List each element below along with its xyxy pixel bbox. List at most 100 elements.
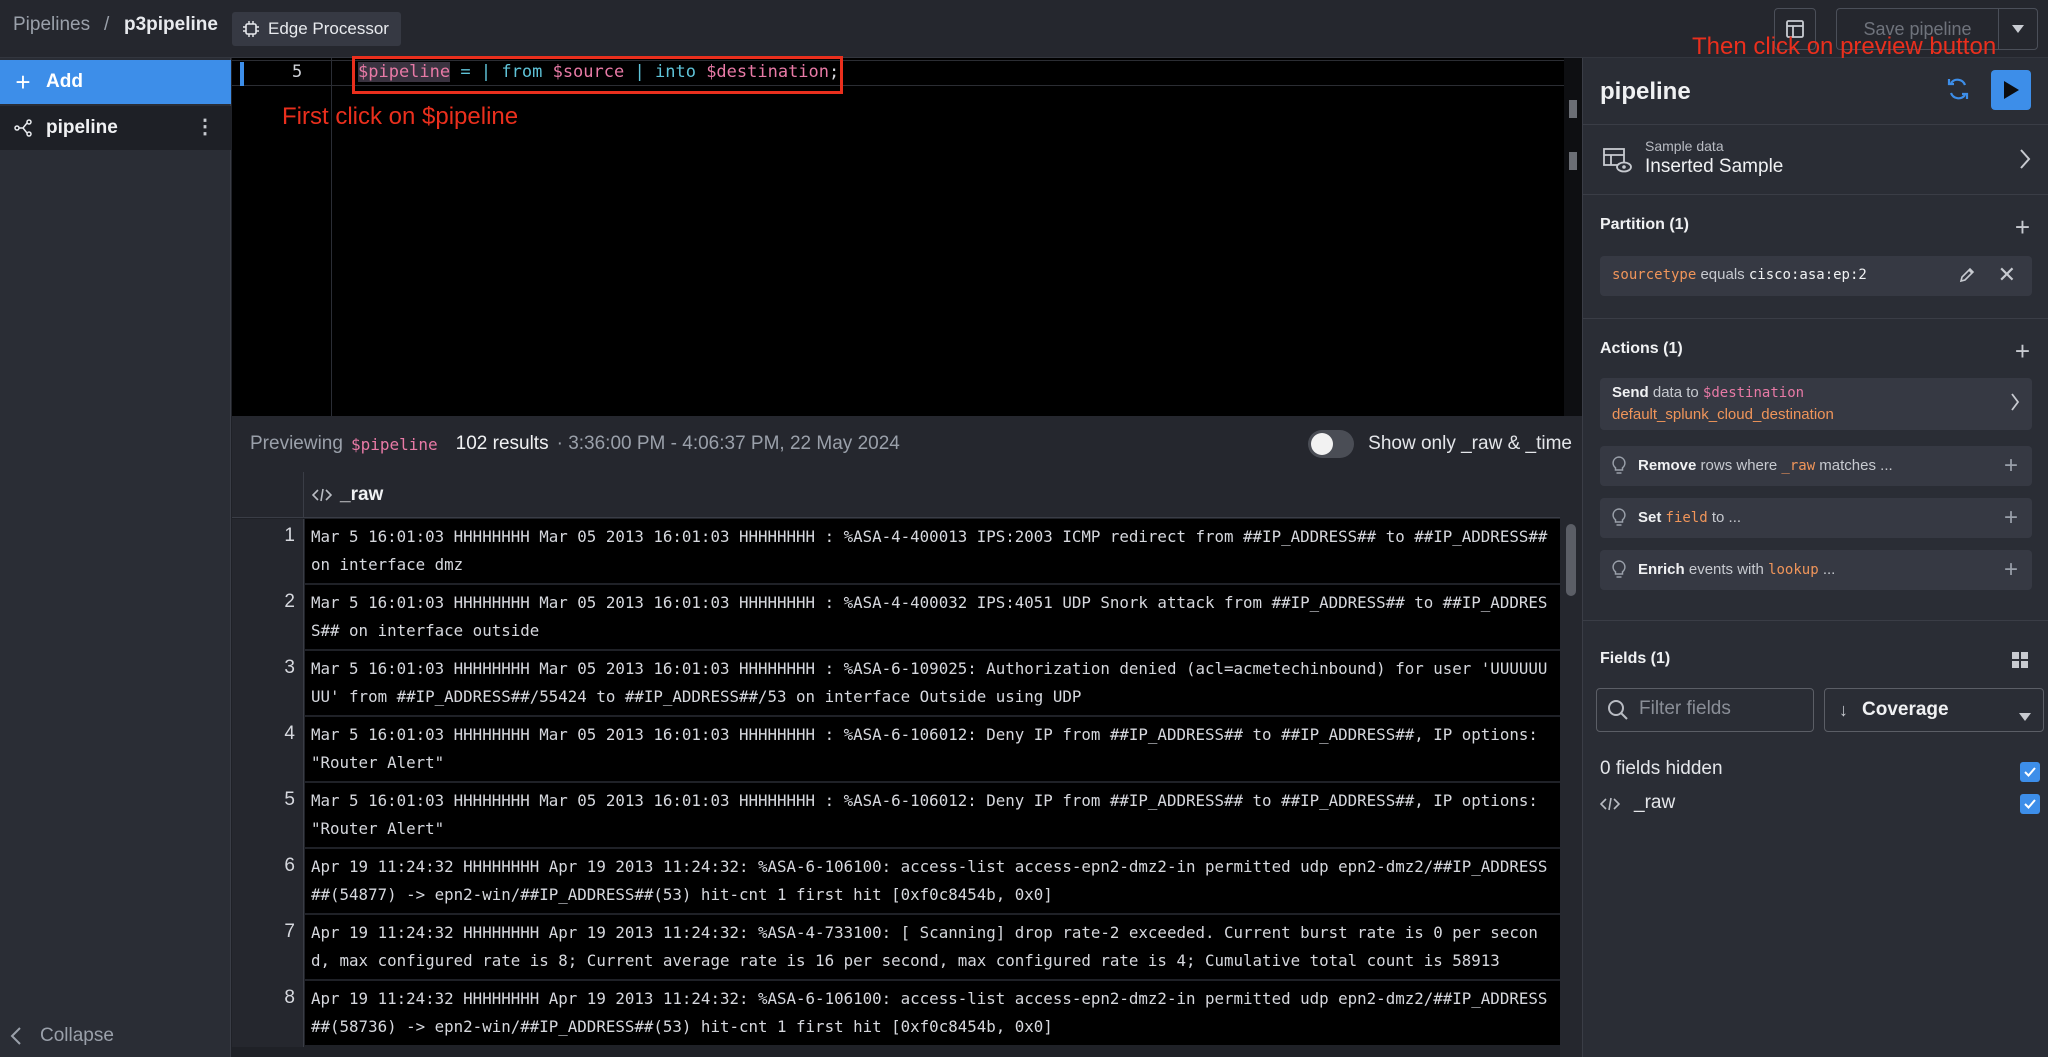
suggestion-bold: Set (1638, 509, 1662, 526)
raw-cell[interactable]: Apr 19 11:24:32 HHHHHHHH Apr 19 2013 11:… (305, 981, 1560, 1045)
raw-cell[interactable]: Mar 5 16:01:03 HHHHHHHH Mar 05 2013 16:0… (305, 783, 1560, 847)
scroll-marker (1569, 100, 1577, 118)
scroll-marker (1569, 152, 1577, 170)
row-number: 3 (232, 651, 304, 717)
collapse-button[interactable]: Collapse (10, 1025, 114, 1047)
suggestion-post: ... (1822, 561, 1836, 578)
sample-data-row[interactable]: Sample data Inserted Sample (1583, 126, 2048, 194)
save-options-dropdown[interactable] (1998, 8, 2038, 50)
table-row[interactable]: 5 Mar 5 16:01:03 HHHHHHHH Mar 05 2013 16:… (232, 783, 1560, 849)
time-range: · 3:36:00 PM - 4:06:37 PM, 22 May 2024 (556, 433, 900, 454)
add-partition-icon[interactable]: + (2015, 214, 2030, 240)
select-all-checkbox[interactable] (2020, 762, 2040, 782)
table-row[interactable]: 4 Mar 5 16:01:03 HHHHHHHH Mar 05 2013 16:… (232, 717, 1560, 783)
row-number: 5 (232, 783, 304, 849)
filter-fields-input[interactable] (1639, 698, 1809, 720)
breadcrumb-separator: / (104, 14, 110, 35)
search-icon (1607, 699, 1629, 726)
field-item-raw[interactable]: _raw (1600, 790, 2040, 818)
pipeline-icon (0, 119, 46, 137)
suggestion-remove[interactable]: Remove rows where _raw matches ... + (1600, 446, 2032, 486)
collapse-label: Collapse (40, 1025, 114, 1046)
left-sidebar: + Add pipeline ⋮ Collapse (0, 58, 231, 1057)
field-checkbox[interactable] (2020, 794, 2040, 814)
preview-run-button[interactable] (1991, 70, 2031, 110)
column-label: _raw (340, 484, 384, 505)
chevron-left-icon (10, 1027, 21, 1045)
caret-down-icon (2019, 705, 2031, 726)
add-button[interactable]: + Add (0, 60, 231, 104)
kebab-menu-icon[interactable]: ⋮ (195, 115, 215, 139)
show-only-raw-time[interactable]: Show only _raw & _time (1308, 430, 1572, 458)
table-scrollbar[interactable] (1560, 472, 1582, 1057)
raw-cell[interactable]: Mar 5 16:01:03 HHHHHHHH Mar 05 2013 16:0… (305, 585, 1560, 649)
partition-card[interactable]: sourcetype equals cisco:asa:ep:2 ✕ (1600, 256, 2032, 296)
lightbulb-icon (1612, 508, 1626, 533)
sample-data-label: Sample data (1645, 138, 1724, 154)
raw-column-header[interactable]: _raw (312, 484, 383, 506)
filter-fields-field[interactable] (1596, 688, 1814, 732)
add-suggestion-icon[interactable]: + (2004, 452, 2018, 480)
line-number: 5 (292, 62, 303, 82)
fields-hidden-label: 0 fields hidden (1600, 758, 1723, 779)
suggestion-enrich[interactable]: Enrich events with lookup ... + (1600, 550, 2032, 590)
scroll-thumb[interactable] (1566, 524, 1576, 596)
edge-processor-label: Edge Processor (268, 19, 389, 38)
table-row[interactable]: 3 Mar 5 16:01:03 HHHHHHHH Mar 05 2013 16:… (232, 651, 1560, 717)
row-number: 2 (232, 585, 304, 651)
raw-cell[interactable]: Mar 5 16:01:03 HHHHHHHH Mar 05 2013 16:0… (305, 717, 1560, 781)
preview-pipeline-name: $pipeline (350, 434, 438, 454)
add-suggestion-icon[interactable]: + (2004, 504, 2018, 532)
suggestion-set[interactable]: Set field to ... + (1600, 498, 2032, 538)
annotation-first-click: First click on $pipeline (282, 103, 519, 130)
raw-cell[interactable]: Apr 19 11:24:32 HHHHHHHH Apr 19 2013 11:… (305, 849, 1560, 913)
fields-hidden-row[interactable]: 0 fields hidden (1600, 758, 2040, 786)
table-row[interactable]: 8 Apr 19 11:24:32 HHHHHHHH Apr 19 2013 11… (232, 981, 1560, 1047)
close-icon[interactable]: ✕ (1998, 262, 2016, 288)
results-count: 102 results (455, 433, 549, 454)
suggestion-post: matches ... (1819, 457, 1893, 474)
chevron-right-icon (2019, 148, 2031, 175)
editor-scrollbar[interactable] (1564, 58, 1582, 416)
add-label: Add (46, 71, 83, 92)
divider (1583, 620, 2048, 621)
coverage-sort-dropdown[interactable]: ↓ Coverage (1824, 688, 2044, 732)
raw-time-toggle[interactable] (1308, 430, 1355, 458)
partition-field: sourcetype (1612, 267, 1697, 283)
suggestion-text: Set field to ... (1638, 509, 1741, 526)
divider (1583, 318, 2048, 319)
send-action-card[interactable]: Send data to $destination default_splunk… (1600, 378, 2032, 430)
suggestion-code: _raw (1781, 458, 1816, 474)
code-icon (312, 488, 332, 502)
table-row[interactable]: 2 Mar 5 16:01:03 HHHHHHHH Mar 05 2013 16:… (232, 585, 1560, 651)
row-number: 8 (232, 981, 304, 1047)
refresh-icon[interactable] (1945, 76, 1971, 107)
table-row[interactable]: 7 Apr 19 11:24:32 HHHHHHHH Apr 19 2013 11… (232, 915, 1560, 981)
suggestion-pre: events with (1688, 561, 1764, 578)
toggle-label: Show only _raw & _time (1368, 433, 1572, 454)
add-suggestion-icon[interactable]: + (2004, 556, 2018, 584)
divider (1583, 124, 2048, 125)
raw-cell[interactable]: Mar 5 16:01:03 HHHHHHHH Mar 05 2013 16:0… (305, 519, 1560, 583)
table-row[interactable]: 1 Mar 5 16:01:03 HHHHHHHH Mar 05 2013 16:… (232, 519, 1560, 585)
sidebar-item-label: pipeline (46, 117, 118, 138)
suggestion-text: Remove rows where _raw matches ... (1638, 457, 1893, 474)
send-destination: default_splunk_cloud_destination (1612, 406, 1834, 423)
add-action-icon[interactable]: + (2015, 338, 2030, 364)
sidebar-item-pipeline[interactable]: pipeline ⋮ (0, 106, 231, 150)
breadcrumb-pipelines[interactable]: Pipelines (13, 14, 90, 36)
row-number: 1 (232, 519, 304, 585)
partition-title: Partition (1) (1600, 216, 1689, 233)
suggestion-text: Enrich events with lookup ... (1638, 561, 1835, 578)
row-number-header (232, 472, 304, 518)
table-row[interactable]: 6 Apr 19 11:24:32 HHHHHHHH Apr 19 2013 11… (232, 849, 1560, 915)
lightbulb-icon (1612, 456, 1626, 481)
raw-cell[interactable]: Apr 19 11:24:32 HHHHHHHH Apr 19 2013 11:… (305, 915, 1560, 979)
raw-cell[interactable]: Mar 5 16:01:03 HHHHHHHH Mar 05 2013 16:0… (305, 651, 1560, 715)
edit-icon[interactable] (1958, 266, 1976, 289)
preview-header: Previewing $pipeline 102 results · 3:36:… (232, 416, 1582, 472)
suggestion-bold: Remove (1638, 457, 1697, 474)
annotation-box-pipeline (352, 56, 843, 94)
grid-view-icon[interactable] (2012, 652, 2028, 673)
suggestion-code: lookup (1768, 562, 1819, 578)
